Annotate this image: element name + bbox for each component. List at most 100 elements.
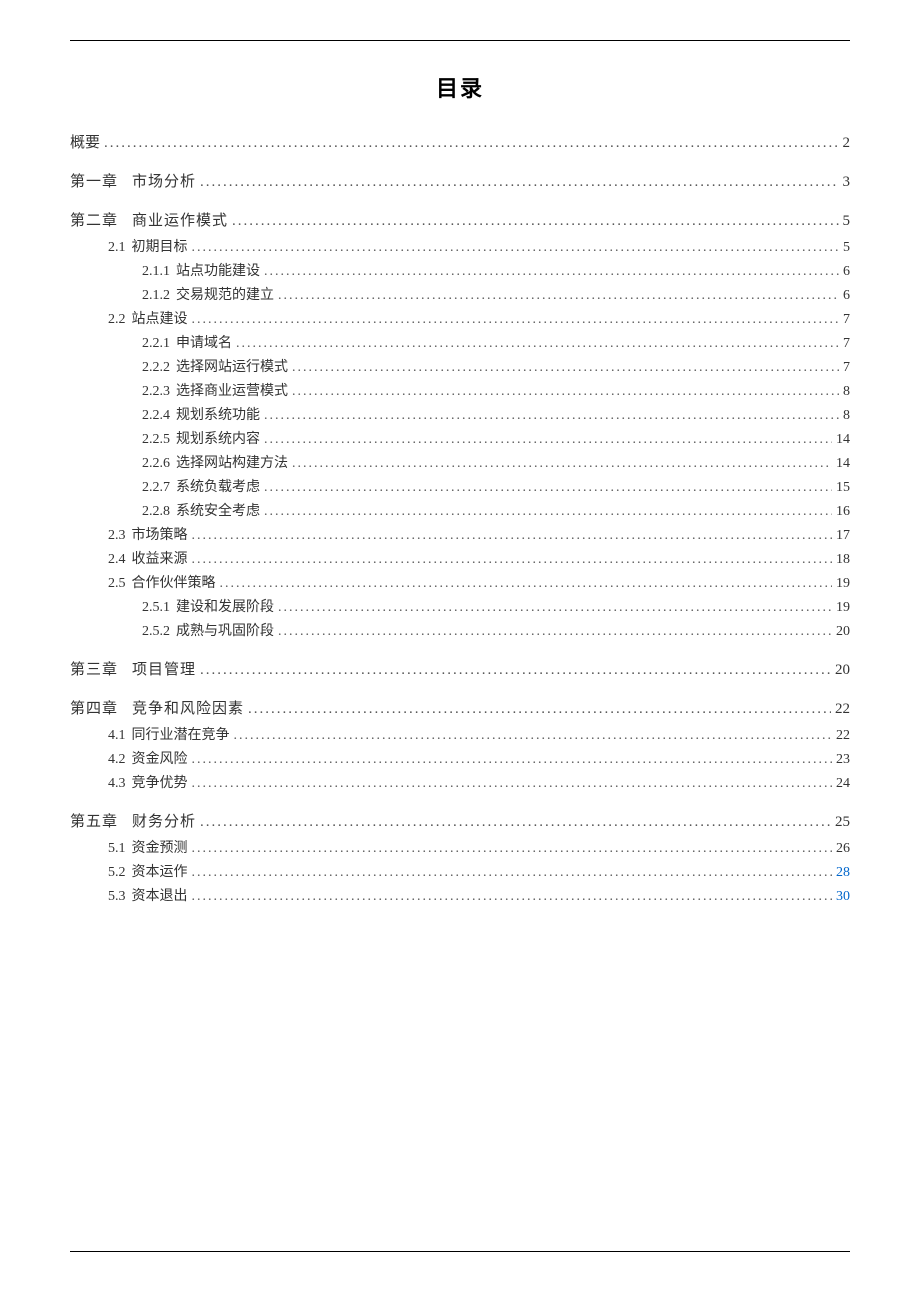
toc-entry-label: 2.2.4规划系统功能 [142,404,260,424]
toc-page-number: 22 [836,728,850,744]
toc-entry-label: 第四章竞争和风险因素 [70,697,244,718]
toc-entry[interactable]: 2.1.2交易规范的建立6 [70,284,850,304]
dot-leader [192,889,833,905]
toc-entry[interactable]: 2.3市场策略17 [70,524,850,544]
toc-entry-label: 2.1.2交易规范的建立 [142,284,274,304]
toc-entry[interactable]: 2.2站点建设7 [70,308,850,328]
toc-entry-label: 第二章商业运作模式 [70,209,228,230]
dot-leader [234,728,833,744]
toc-entry[interactable]: 2.2.2选择网站运行模式7 [70,356,850,376]
dot-leader [264,264,839,280]
toc-entry[interactable]: 2.2.3选择商业运营模式8 [70,380,850,400]
toc-entry-label: 5.1资金预测 [108,837,188,857]
toc-entry[interactable]: 2.2.6选择网站构建方法14 [70,452,850,472]
toc-entry-label: 2.2.3选择商业运营模式 [142,380,288,400]
dot-leader [200,174,838,191]
toc-entry[interactable]: 2.1初期目标 5 [70,236,850,256]
dot-leader [264,432,832,448]
toc-page-number: 20 [836,624,850,640]
toc-page-number: 28 [836,865,850,881]
toc-entry-label: 2.2.7系统负载考虑 [142,476,260,496]
toc-entry[interactable]: 4.2资金风险 23 [70,748,850,768]
toc-entry-label: 4.3竞争优势 [108,772,188,792]
toc-entry[interactable]: 2.5.1建设和发展阶段19 [70,596,850,616]
toc-page-number: 19 [836,576,850,592]
dot-leader [200,662,831,679]
dot-leader [292,360,839,376]
toc-entry-label: 2.2.6选择网站构建方法 [142,452,288,472]
toc-entry-label: 2.1.1站点功能建设 [142,260,260,280]
toc-page-number: 24 [836,776,850,792]
dot-leader [236,336,839,352]
toc-entry[interactable]: 2.4收益来源18 [70,548,850,568]
toc-page-number: 14 [836,432,850,448]
dot-leader [278,624,832,640]
toc-entry-label: 4.2资金风险 [108,748,188,768]
toc-entry[interactable]: 第五章财务分析25 [70,810,850,831]
toc-entry[interactable]: 第二章商业运作模式5 [70,209,850,230]
dot-leader [192,528,833,544]
dot-leader [192,240,840,256]
top-horizontal-rule [70,40,850,41]
toc-entry[interactable]: 2.2.1申请域名 7 [70,332,850,352]
toc-entry[interactable]: 2.2.7系统负载考虑 15 [70,476,850,496]
toc-entry[interactable]: 2.5.2成熟与巩固阶段20 [70,620,850,640]
dot-leader [292,384,839,400]
dot-leader [278,288,839,304]
toc-entry[interactable]: 2.1.1站点功能建设 6 [70,260,850,280]
dot-leader [200,814,831,831]
toc-entry[interactable]: 概要 2 [70,131,850,152]
toc-entry[interactable]: 5.1资金预测 26 [70,837,850,857]
toc-entry-label: 2.2站点建设 [108,308,188,328]
toc-entry[interactable]: 2.2.4规划系统功能8 [70,404,850,424]
toc-page-number: 17 [836,528,850,544]
toc-page-number: 2 [843,135,851,152]
toc-heading: 目录 [70,71,850,103]
toc-entry[interactable]: 5.2资本运作28 [70,861,850,881]
toc-entry[interactable]: 第四章竞争和风险因素 22 [70,697,850,718]
toc-entry-label: 第一章市场分析 [70,170,196,191]
dot-leader [192,841,833,857]
toc-entry[interactable]: 2.2.8系统安全考虑16 [70,500,850,520]
toc-page-number: 20 [835,662,850,679]
toc-page-number: 22 [835,701,850,718]
dot-leader [104,135,838,152]
toc-entry[interactable]: 2.2.5规划系统内容 14 [70,428,850,448]
toc-entry[interactable]: 第一章市场分析3 [70,170,850,191]
toc-page-number: 30 [836,889,850,905]
toc-page-number: 7 [843,336,850,352]
toc-page-number: 23 [836,752,850,768]
toc-page-number: 6 [843,264,850,280]
toc-page-number: 15 [836,480,850,496]
toc-entry-label: 2.2.5规划系统内容 [142,428,260,448]
dot-leader [192,552,833,568]
toc-entry[interactable]: 第三章项目管理20 [70,658,850,679]
toc-page-number: 7 [843,360,850,376]
dot-leader [192,865,833,881]
dot-leader [292,456,832,472]
table-of-contents: 概要 2 第一章市场分析3 第二章商业运作模式5 2.1初期目标 5 2.1.1站点功能建设… [70,131,850,905]
toc-entry-label: 2.2.1申请域名 [142,332,232,352]
dot-leader [264,408,839,424]
toc-entry-label: 5.3资本退出 [108,885,188,905]
dot-leader [192,312,840,328]
toc-entry[interactable]: 5.3资本退出 30 [70,885,850,905]
toc-entry-label: 2.1初期目标 [108,236,188,256]
toc-entry-label: 4.1同行业潜在竞争 [108,724,230,744]
dot-leader [264,504,832,520]
toc-entry[interactable]: 4.1同行业潜在竞争 22 [70,724,850,744]
dot-leader [264,480,832,496]
toc-entry-label: 概要 [70,131,100,152]
dot-leader [192,752,833,768]
toc-entry[interactable]: 2.5合作伙伴策略 19 [70,572,850,592]
toc-page-number: 26 [836,841,850,857]
toc-page-number: 5 [843,240,850,256]
toc-entry[interactable]: 4.3竞争优势 24 [70,772,850,792]
toc-entry-label: 2.4收益来源 [108,548,188,568]
toc-entry-label: 第五章财务分析 [70,810,196,831]
bottom-horizontal-rule [70,1251,850,1252]
document-page: 目录 概要 2 第一章市场分析3 第二章商业运作模式5 2.1初期目标 5 2.1.1站点功… [0,0,920,1302]
dot-leader [232,213,838,230]
toc-entry-label: 2.5.1建设和发展阶段 [142,596,274,616]
toc-entry-label: 2.5合作伙伴策略 [108,572,216,592]
